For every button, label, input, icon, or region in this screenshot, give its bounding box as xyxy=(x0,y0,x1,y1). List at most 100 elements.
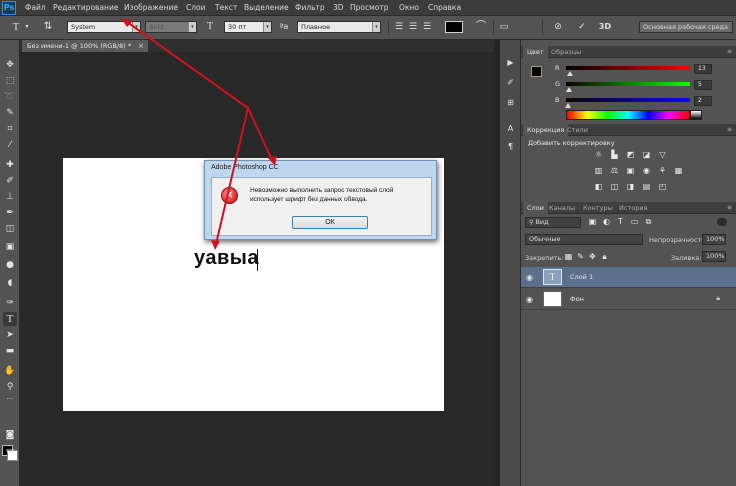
panel-menu-icon[interactable]: ≡ xyxy=(727,202,732,214)
photo-filter-icon[interactable]: ◉ xyxy=(641,166,652,176)
channel-g-handle[interactable] xyxy=(566,87,572,92)
close-icon[interactable]: × xyxy=(138,40,144,52)
marquee-tool-icon[interactable]: ⬚ xyxy=(3,74,17,88)
clone-stamp-tool-icon[interactable]: ⊥ xyxy=(3,190,17,204)
play-action-icon[interactable]: ▶ xyxy=(504,56,517,69)
curves-icon[interactable]: ◩ xyxy=(625,150,636,160)
color-balance-icon[interactable]: ⚖ xyxy=(609,166,620,176)
path-select-tool-icon[interactable]: ➤ xyxy=(3,328,17,342)
rectangle-tool-icon[interactable]: ▬ xyxy=(3,344,17,358)
exposure-icon[interactable]: ◪ xyxy=(641,150,652,160)
fill-input[interactable]: 100% xyxy=(702,251,726,262)
dodge-tool-icon[interactable]: ◖ xyxy=(3,276,17,290)
tab-history[interactable]: История xyxy=(615,202,651,214)
layer-filter-select[interactable]: ⚲ Вид xyxy=(525,217,581,228)
layer-name[interactable]: Фон xyxy=(570,295,584,303)
text-color-swatch[interactable] xyxy=(445,21,463,33)
lock-move-icon[interactable]: ✥ xyxy=(587,252,598,262)
menu-image[interactable]: Изображение xyxy=(124,3,178,12)
tab-styles[interactable]: Стили xyxy=(563,124,592,136)
type-tool-preset-icon[interactable]: T xyxy=(10,21,22,33)
menu-edit[interactable]: Редактирование xyxy=(53,3,118,12)
filter-toggle[interactable] xyxy=(717,218,727,226)
ok-button[interactable]: ОК xyxy=(292,216,368,229)
quick-mask-icon[interactable]: ◙ xyxy=(3,428,17,442)
crop-tool-icon[interactable]: ⌗ xyxy=(3,122,17,136)
channel-r-handle[interactable] xyxy=(567,71,573,76)
font-family-select[interactable]: System ▾ xyxy=(67,21,141,33)
properties-icon[interactable]: ⊞ xyxy=(504,96,517,109)
screen-mode-icon[interactable]: ▭ xyxy=(3,444,17,458)
align-right-icon[interactable]: ☰ xyxy=(421,21,433,33)
quick-select-tool-icon[interactable]: ✎ xyxy=(3,106,17,120)
panel-menu-icon[interactable]: ≡ xyxy=(727,124,732,136)
character-panel-icon[interactable]: A xyxy=(504,122,517,135)
color-spectrum[interactable] xyxy=(566,110,690,120)
brightness-icon[interactable]: ☼ xyxy=(593,150,604,160)
eye-icon[interactable]: ◉ xyxy=(526,273,533,282)
levels-icon[interactable]: ▙ xyxy=(609,150,620,160)
canvas-text-layer[interactable]: уавыа xyxy=(194,247,259,270)
channel-g-slider[interactable] xyxy=(566,82,690,86)
lock-transparency-icon[interactable]: ▦ xyxy=(563,252,574,262)
selective-color-icon[interactable]: ◰ xyxy=(657,182,668,192)
gradient-map-icon[interactable]: ▤ xyxy=(641,182,652,192)
channel-r-value[interactable]: 13 xyxy=(694,64,712,74)
workspace-select[interactable]: Основная рабочая среда xyxy=(639,21,733,33)
layer-row[interactable]: ◉ Фон 🔒︎ xyxy=(521,289,736,310)
channel-b-slider[interactable] xyxy=(566,98,690,102)
menu-filter[interactable]: Фильтр xyxy=(295,3,325,12)
channel-b-value[interactable]: 2 xyxy=(694,96,712,106)
more-tools-icon[interactable]: ··· xyxy=(3,392,17,406)
chevron-down-icon[interactable]: ▾ xyxy=(23,21,31,33)
history-brush-tool-icon[interactable]: ✒ xyxy=(3,206,17,220)
color-lookup-icon[interactable]: ▦ xyxy=(673,166,684,176)
menu-help[interactable]: Справка xyxy=(428,3,461,12)
menu-layers[interactable]: Слои xyxy=(186,3,206,12)
posterize-icon[interactable]: ◫ xyxy=(609,182,620,192)
menu-window[interactable]: Окно xyxy=(399,3,419,12)
menu-file[interactable]: Файл xyxy=(25,3,46,12)
layer-name[interactable]: Слой 1 xyxy=(570,273,593,281)
align-center-icon[interactable]: ☰ xyxy=(407,21,419,33)
pen-tool-icon[interactable]: ✑ xyxy=(3,296,17,310)
tab-swatches[interactable]: Образцы xyxy=(547,46,585,58)
vibrance-icon[interactable]: ▽ xyxy=(657,150,668,160)
tab-color[interactable]: Цвет xyxy=(523,46,548,58)
brush-preset-icon[interactable]: ✐ xyxy=(504,76,517,89)
gradient-tool-icon[interactable]: ▣ xyxy=(3,240,17,254)
type-tool-icon[interactable]: T xyxy=(3,312,17,326)
lock-all-icon[interactable]: 🔒︎ xyxy=(599,252,610,262)
font-style-select[interactable]: Bold ▾ xyxy=(145,21,197,33)
channel-mixer-icon[interactable]: ⚘ xyxy=(657,166,668,176)
filter-smart-icon[interactable]: ⧉ xyxy=(643,217,654,227)
3d-icon[interactable]: 3D xyxy=(598,21,612,33)
paragraph-panel-icon[interactable]: ¶ xyxy=(504,140,517,153)
hue-saturation-icon[interactable]: ▥ xyxy=(593,166,604,176)
opacity-input[interactable]: 100% xyxy=(702,234,726,245)
filter-type-icon[interactable]: T xyxy=(615,217,626,227)
eraser-tool-icon[interactable]: ◫ xyxy=(3,222,17,236)
menu-3d[interactable]: 3D xyxy=(333,3,344,12)
invert-icon[interactable]: ◧ xyxy=(593,182,604,192)
brush-tool-icon[interactable]: ✐ xyxy=(3,174,17,188)
antialias-select[interactable]: Плавное ▾ xyxy=(297,21,381,33)
filter-shape-icon[interactable]: ▭ xyxy=(629,217,640,227)
panel-menu-icon[interactable]: ≡ xyxy=(727,46,732,58)
channel-g-value[interactable]: 5 xyxy=(694,80,712,90)
hand-tool-icon[interactable]: ✋ xyxy=(3,364,17,378)
grayscale-ramp[interactable] xyxy=(690,110,702,120)
text-orientation-icon[interactable]: ⇅ xyxy=(42,21,54,33)
font-size-select[interactable]: 30 пт ▾ xyxy=(224,21,272,33)
tab-paths[interactable]: Контуры xyxy=(579,202,617,214)
foreground-color-chip[interactable] xyxy=(531,66,542,77)
channel-r-slider[interactable] xyxy=(566,66,690,70)
menu-view[interactable]: Просмотр xyxy=(350,3,389,12)
cancel-icon[interactable]: ⊘ xyxy=(552,21,564,33)
healing-brush-tool-icon[interactable]: ✚ xyxy=(3,158,17,172)
warp-text-icon[interactable]: ⌒ xyxy=(475,21,487,33)
commit-check-icon[interactable]: ✓ xyxy=(576,21,588,33)
menu-type[interactable]: Текст xyxy=(215,3,237,12)
panels-toggle-icon[interactable]: ▭ xyxy=(498,21,510,33)
eye-icon[interactable]: ◉ xyxy=(526,295,533,304)
